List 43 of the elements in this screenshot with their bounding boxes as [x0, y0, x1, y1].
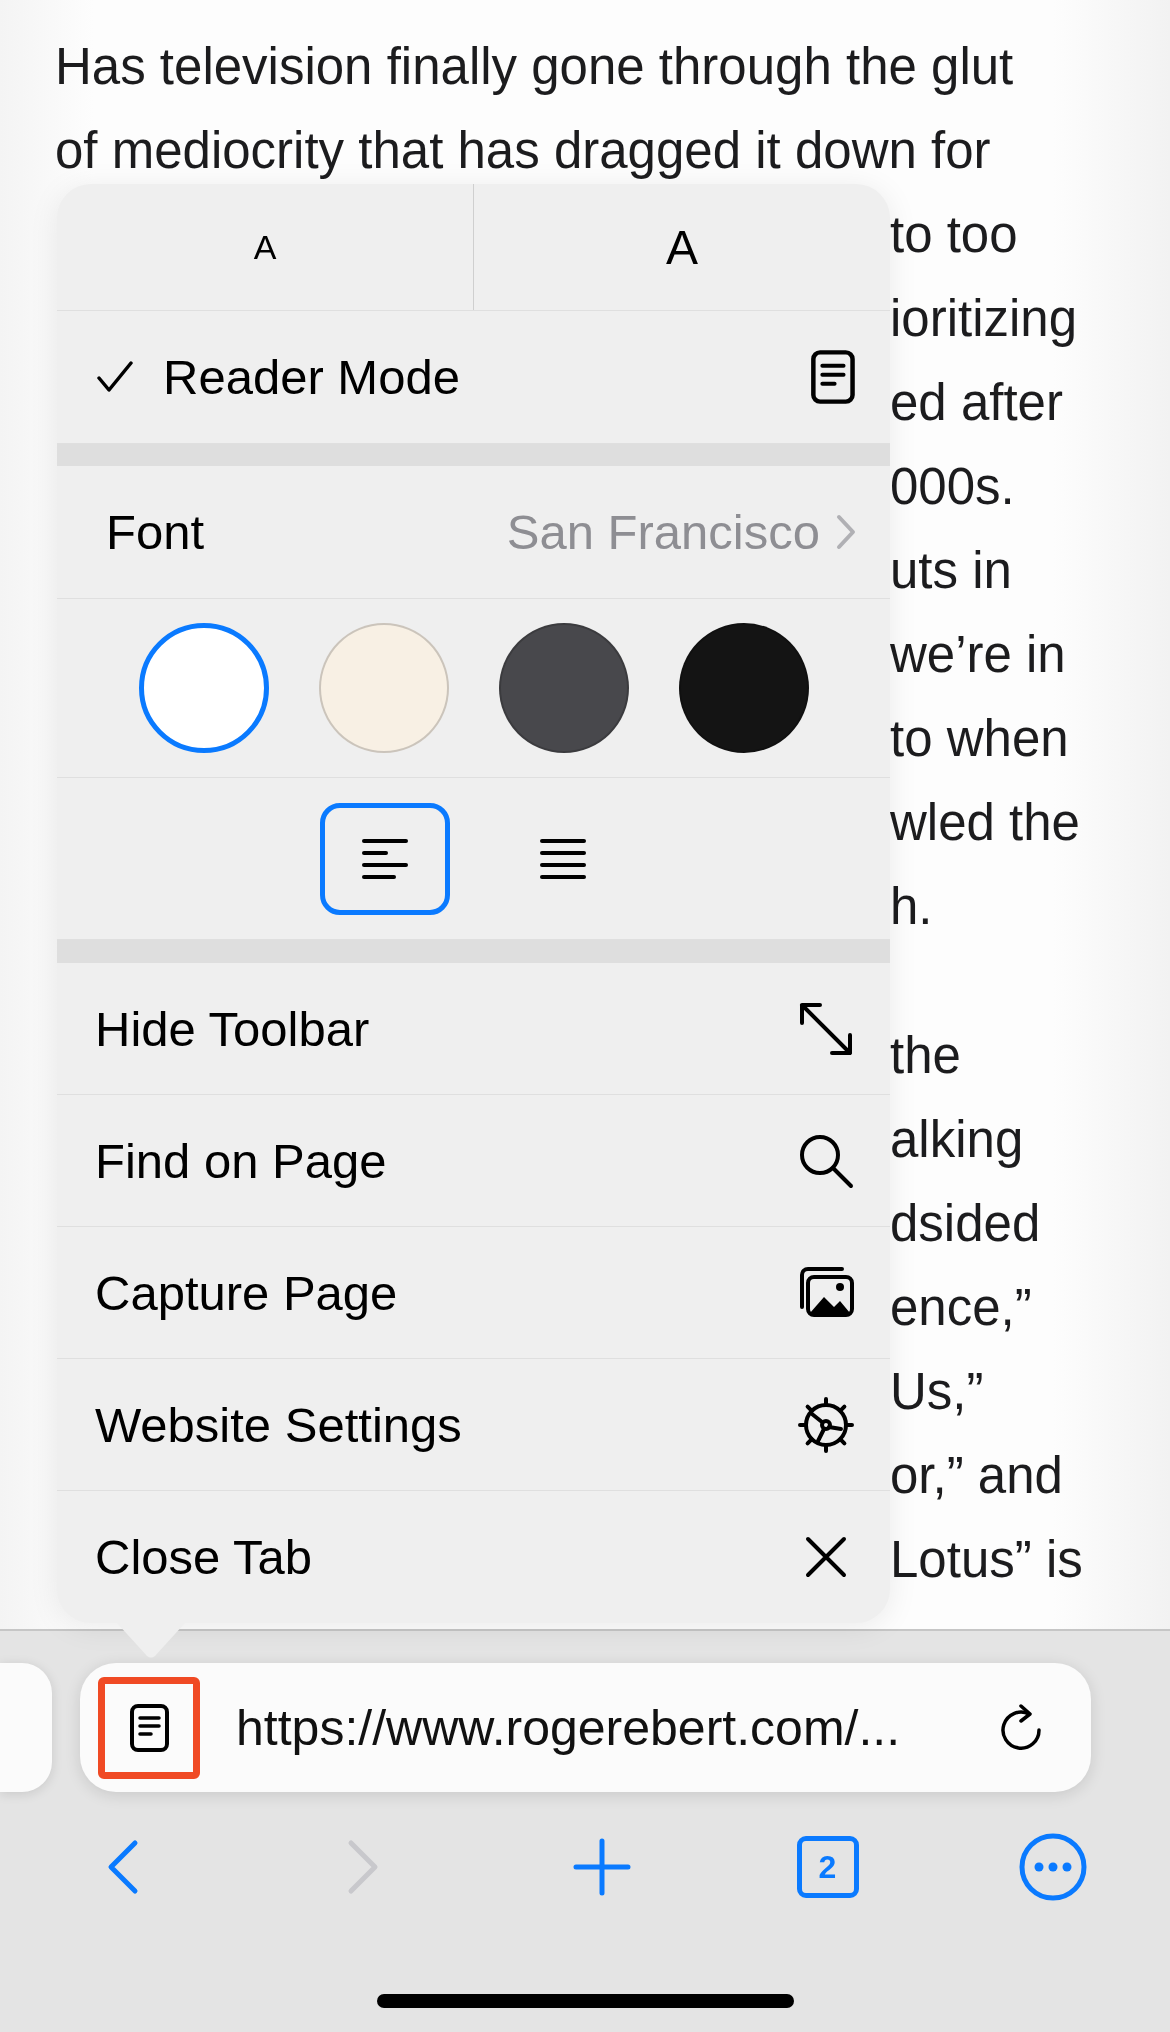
chevron-icon: [836, 514, 856, 550]
alignment-button[interactable]: [319, 802, 450, 915]
reader-icon: [810, 349, 856, 405]
article-text: Lotus” is: [890, 1533, 1083, 1585]
menu-label: Close Tab: [95, 1529, 312, 1585]
menu-item[interactable]: Website Settings: [57, 1359, 890, 1491]
menu-label: Reader Mode: [163, 349, 460, 405]
menu-label: Font: [106, 504, 205, 560]
justify-icon: [538, 837, 587, 880]
article-text: uts in: [890, 544, 1012, 596]
address-bar[interactable]: https://www.rogerebert.com/...: [80, 1663, 1091, 1792]
settings-icon: [796, 1394, 856, 1455]
smaller-text-button[interactable]: A: [57, 184, 474, 310]
menu-label: Find on Page: [95, 1132, 387, 1189]
article-text: wled the: [890, 796, 1080, 848]
reload-icon: [999, 1703, 1043, 1752]
menu-item[interactable]: Hide Toolbar: [57, 963, 890, 1095]
article-text: dsided: [890, 1197, 1041, 1249]
article-text: h.: [890, 880, 933, 932]
url-text: https://www.rogerebert.com/...: [236, 1698, 902, 1757]
menu-label: Hide Toolbar: [95, 1000, 370, 1057]
article-text: ence,”: [890, 1281, 1032, 1333]
menu-item[interactable]: Find on Page: [57, 1095, 890, 1227]
menu-label: Website Settings: [95, 1396, 462, 1453]
menu-item[interactable]: Capture Page: [57, 1227, 890, 1359]
document-icon: [128, 1702, 170, 1753]
font-value: San Francisco: [506, 504, 820, 560]
ellipsis-circle-icon: [1018, 1832, 1088, 1902]
article-text: Us,”: [890, 1365, 984, 1417]
plus-icon: [572, 1837, 632, 1897]
article-text: ed after: [890, 376, 1063, 428]
article-text: 000s.: [890, 460, 1015, 512]
menu-item[interactable]: Close Tab: [57, 1491, 890, 1623]
align-left-icon: [360, 837, 409, 880]
reader-button[interactable]: [98, 1676, 200, 1779]
menu-label: Capture Page: [95, 1264, 398, 1321]
article-text: the: [890, 1029, 961, 1081]
article-text: to when: [890, 712, 1069, 764]
article-text: or,” and: [890, 1449, 1063, 1501]
article-text: to too: [890, 208, 1018, 260]
article-text: we’re in: [890, 628, 1066, 680]
font-item[interactable]: Font San Francisco: [57, 466, 890, 599]
larger-text-button[interactable]: A: [474, 184, 890, 310]
